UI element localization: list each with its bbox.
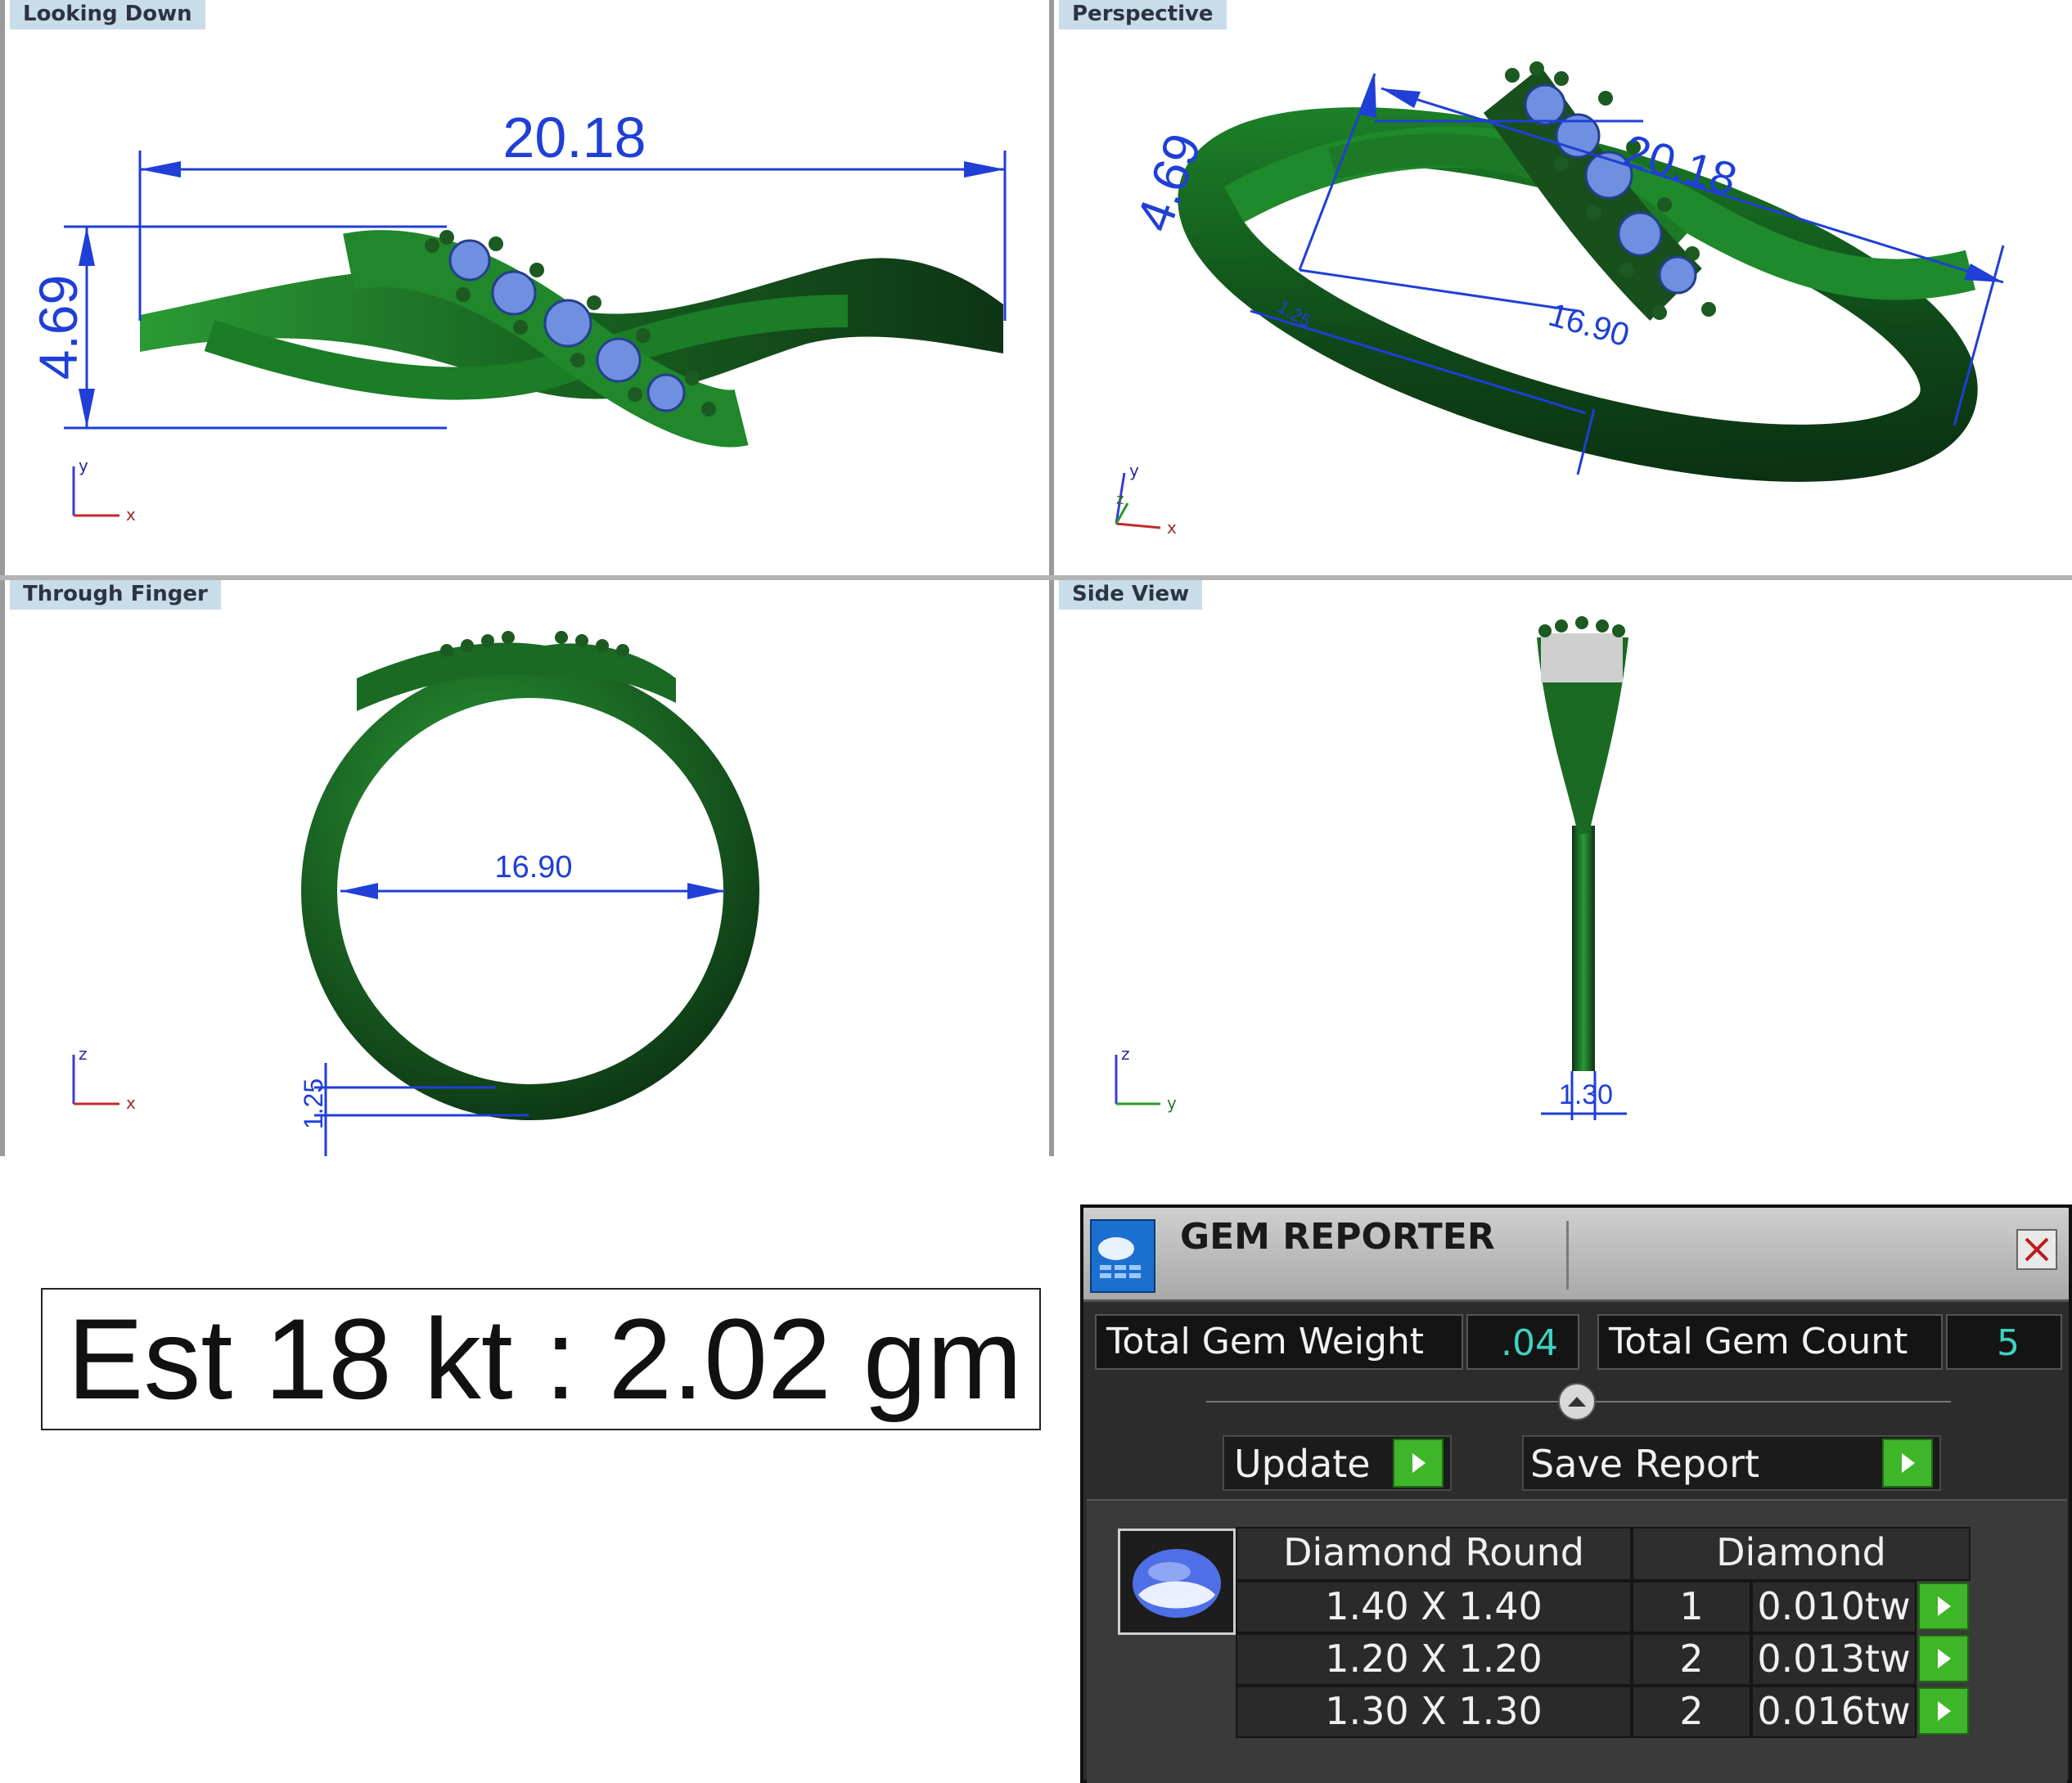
total-gem-weight-label: Total Gem Weight: [1106, 1321, 1425, 1362]
save-report-play-icon: [1882, 1439, 1933, 1488]
gem-reporter-panel: GEM REPORTER Total Gem Weight .04 Total …: [1080, 1204, 2072, 1783]
gem-weight: 0.010tw: [1751, 1581, 1917, 1633]
axis-gizmo: z x: [72, 1044, 136, 1113]
gem-reporter-header: GEM REPORTER: [1083, 1208, 2069, 1302]
dimension-width: 1.30: [1541, 1071, 1627, 1120]
play-icon: [1938, 1596, 1951, 1616]
through-finger-render: 16.90 1.25 z x: [72, 631, 759, 1156]
dimension-thickness-label: 1.25: [299, 1078, 328, 1129]
svg-text:z: z: [1116, 491, 1124, 508]
dimension-diameter-label: 16.90: [494, 850, 572, 885]
collapse-toggle[interactable]: [1558, 1383, 1596, 1421]
viewport-through-finger[interactable]: Through Finger 16.90 1.25 z x: [0, 580, 1049, 1156]
svg-text:y: y: [79, 456, 88, 475]
gem-size: 1.30 X 1.30: [1236, 1686, 1632, 1738]
gem-weight: 0.013tw: [1751, 1633, 1917, 1686]
play-icon: [1938, 1649, 1951, 1668]
chevron-up-icon: [1568, 1397, 1586, 1407]
gem-size: 1.20 X 1.20: [1236, 1633, 1632, 1686]
play-icon: [1938, 1701, 1951, 1721]
dimension-diameter: 16.90: [340, 850, 725, 899]
header-divider: [1566, 1221, 1569, 1290]
viewport-perspective[interactable]: Perspective 4.69 20.18 16.90 1.25 y z x: [1049, 0, 2072, 575]
svg-text:y: y: [1167, 1093, 1177, 1113]
dimension-width-label: 20.18: [502, 106, 646, 169]
close-icon: [2025, 1237, 2049, 1262]
row-play-button[interactable]: [1918, 1687, 1969, 1735]
save-report-button[interactable]: Save Report: [1522, 1435, 1941, 1491]
update-button[interactable]: Update: [1223, 1435, 1452, 1491]
gem-count: 2: [1632, 1633, 1751, 1686]
axis-gizmo: y z x: [1115, 461, 1177, 538]
metal-weight-estimate: Est 18 kt : 2.02 gm: [41, 1288, 1041, 1430]
side-view-render: 1.30 z y: [1115, 616, 1628, 1120]
dimension-inner-label: 16.90: [1544, 297, 1633, 354]
close-button[interactable]: [2016, 1229, 2057, 1270]
ring-model: [1178, 61, 1978, 482]
ring-model: [1537, 616, 1628, 1071]
axis-gizmo: z y: [1115, 1044, 1177, 1113]
gem-count: 2: [1632, 1686, 1751, 1738]
gem-count: 1: [1632, 1581, 1751, 1633]
total-gem-count-field: 5: [1946, 1314, 2062, 1370]
gem-thumbnail[interactable]: [1118, 1529, 1236, 1635]
ring-model: [140, 230, 1003, 448]
gem-reporter-logo-icon: [1090, 1219, 1155, 1293]
viewport-looking-down[interactable]: Looking Down 20.18 4.69 y x: [0, 0, 1049, 575]
gem-table: Diamond Round Diamond 1.40 X 1.40 1 0.01…: [1087, 1499, 2067, 1783]
round-diamond-icon: [1133, 1549, 1221, 1618]
total-gem-weight-label-field: Total Gem Weight: [1095, 1314, 1463, 1370]
total-gem-weight-value: .04: [1501, 1322, 1558, 1364]
total-gem-count-label-field: Total Gem Count: [1597, 1314, 1943, 1370]
column-header-shape: Diamond Round: [1236, 1527, 1632, 1581]
row-play-button[interactable]: [1918, 1635, 1969, 1682]
svg-text:y: y: [1129, 461, 1139, 480]
axis-gizmo: y x: [72, 456, 136, 525]
svg-text:x: x: [126, 505, 136, 525]
metal-weight-text: Est 18 kt : 2.02 gm: [67, 1294, 1023, 1423]
viewport-side-view[interactable]: Side View 1.30 z y: [1049, 580, 2072, 1156]
svg-text:x: x: [126, 1093, 136, 1113]
dimension-height-label: 4.69: [28, 275, 88, 380]
total-gem-count-value: 5: [1997, 1322, 2020, 1364]
row-play-button[interactable]: [1918, 1583, 1969, 1630]
column-header-type: Diamond: [1632, 1527, 1971, 1581]
update-play-icon: [1393, 1439, 1444, 1488]
svg-text:x: x: [1167, 518, 1177, 538]
gem-reporter-title: GEM REPORTER: [1180, 1216, 1495, 1258]
total-gem-weight-field: .04: [1466, 1314, 1579, 1370]
perspective-render: 4.69 20.18 16.90 1.25 y z x: [1115, 61, 2005, 538]
looking-down-render: 20.18 4.69 y x: [28, 106, 1007, 525]
dimension-width-label: 1.30: [1559, 1079, 1613, 1110]
gem-weight: 0.016tw: [1751, 1686, 1917, 1738]
svg-text:z: z: [1121, 1044, 1130, 1064]
gem-size: 1.40 X 1.40: [1236, 1581, 1632, 1633]
total-gem-count-label: Total Gem Count: [1609, 1321, 1908, 1362]
svg-text:z: z: [79, 1044, 88, 1064]
